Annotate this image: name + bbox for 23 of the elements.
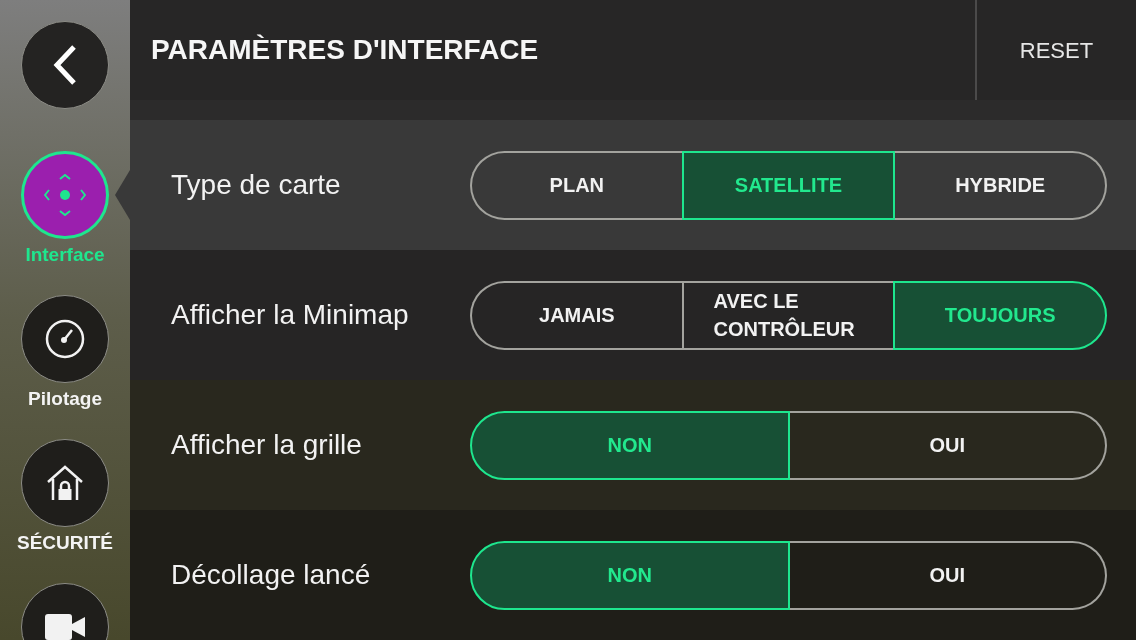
directional-pad-icon bbox=[44, 174, 86, 216]
setting-label: Afficher la grille bbox=[170, 428, 363, 462]
segment-option[interactable]: JAMAIS bbox=[470, 280, 682, 350]
segment-option[interactable]: NON bbox=[470, 540, 790, 610]
section-label: SÉCURITÉ bbox=[16, 531, 114, 555]
segment-option[interactable]: OUI bbox=[789, 410, 1107, 480]
reset-button[interactable]: RESET bbox=[975, 0, 1136, 100]
page-title: PARAMÈTRES D'INTERFACE bbox=[151, 33, 539, 67]
video-camera-icon bbox=[45, 614, 85, 640]
segment-option[interactable]: PLAN bbox=[470, 150, 682, 220]
house-lock-icon bbox=[46, 465, 84, 501]
section-label: Interface bbox=[25, 243, 105, 267]
gauge-icon bbox=[45, 319, 85, 359]
setting-label: Type de carte bbox=[170, 168, 342, 202]
section-label: Pilotage bbox=[28, 387, 102, 411]
segment-option[interactable]: SATELLITE bbox=[681, 150, 896, 220]
setting-label: Décollage lancé bbox=[170, 558, 372, 592]
segment-option[interactable]: OUI bbox=[789, 540, 1107, 610]
segment-option[interactable]: TOUJOURS bbox=[893, 280, 1107, 350]
segment-option[interactable]: NON bbox=[470, 410, 790, 480]
back-icon bbox=[53, 45, 77, 85]
setting-label: Afficher la Minimap bbox=[170, 298, 410, 332]
segment-option[interactable]: HYBRIDE bbox=[895, 150, 1107, 220]
